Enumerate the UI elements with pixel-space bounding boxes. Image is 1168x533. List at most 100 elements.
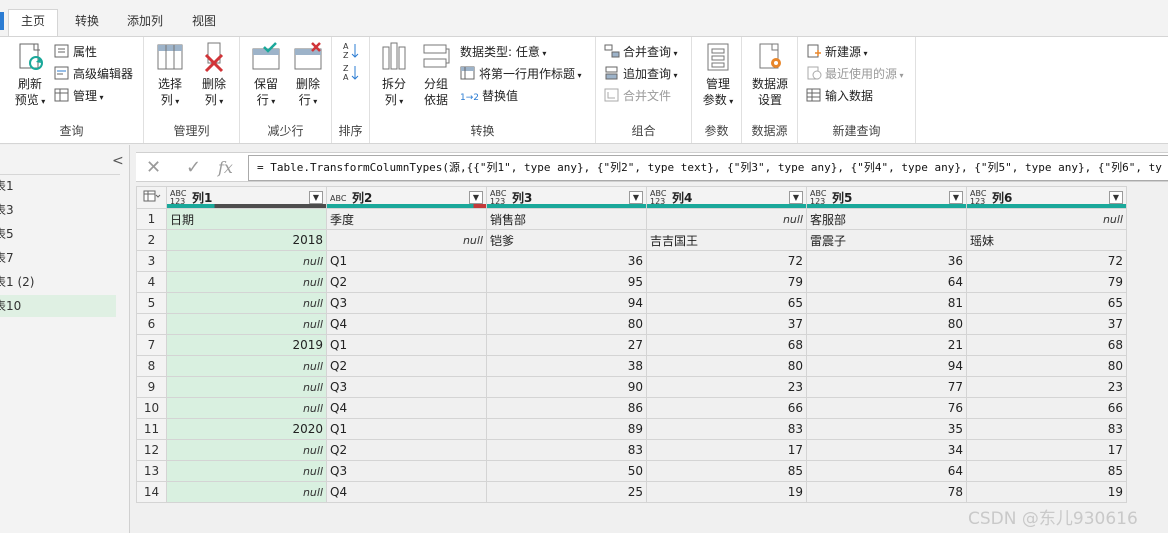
choose-columns-button[interactable]: 选择 列 ▾ <box>150 41 190 110</box>
table-cell[interactable]: Q4 <box>326 397 487 419</box>
filter-dropdown-icon[interactable]: ▼ <box>469 191 483 204</box>
table-cell[interactable]: 72 <box>646 250 807 272</box>
table-cell[interactable]: 80 <box>806 313 967 335</box>
tab-view[interactable]: 视图 <box>182 10 226 34</box>
split-column-button[interactable]: 拆分 列 ▾ <box>374 41 414 110</box>
table-cell[interactable]: 89 <box>486 418 647 440</box>
table-cell[interactable]: Q1 <box>326 250 487 272</box>
sort-descending-button[interactable]: ZA <box>342 63 360 83</box>
table-row[interactable]: 14 null Q4 25 19 78 19 <box>136 481 1127 503</box>
filter-dropdown-icon[interactable]: ▼ <box>949 191 963 204</box>
column-header-3[interactable]: ABC 123 列3 ▼ <box>486 186 647 209</box>
file-tab-edge[interactable] <box>0 12 4 30</box>
row-number[interactable]: 10 <box>136 397 167 419</box>
table-cell[interactable]: 94 <box>806 355 967 377</box>
table-cell[interactable]: 23 <box>646 376 807 398</box>
table-cell[interactable]: 64 <box>806 460 967 482</box>
column-type-icon[interactable]: ABC <box>330 194 348 203</box>
group-by-button[interactable]: 分组 依据 <box>416 41 456 108</box>
table-row[interactable]: 6 null Q4 80 37 80 37 <box>136 313 1127 335</box>
filter-dropdown-icon[interactable]: ▼ <box>309 191 323 204</box>
table-cell[interactable]: 雷震子 <box>806 229 967 251</box>
row-number[interactable]: 4 <box>136 271 167 293</box>
data-source-settings-button[interactable]: 数据源 设置 <box>748 41 792 108</box>
filter-dropdown-icon[interactable]: ▼ <box>1109 191 1123 204</box>
table-cell[interactable]: 76 <box>806 397 967 419</box>
row-number[interactable]: 11 <box>136 418 167 440</box>
query-item[interactable]: 表5 <box>0 223 116 245</box>
table-cell[interactable]: Q3 <box>326 460 487 482</box>
replace-values-button[interactable]: 1→2 替换值 <box>460 86 518 106</box>
table-cell[interactable]: Q4 <box>326 481 487 503</box>
filter-dropdown-icon[interactable]: ▼ <box>629 191 643 204</box>
table-cell[interactable]: 85 <box>966 460 1127 482</box>
combine-files-button[interactable]: 合并文件 <box>604 86 671 106</box>
row-number[interactable]: 8 <box>136 355 167 377</box>
table-cell[interactable]: 77 <box>806 376 967 398</box>
tab-home[interactable]: 主页 <box>8 9 58 37</box>
table-cell[interactable]: 66 <box>646 397 807 419</box>
table-cell[interactable]: 37 <box>966 313 1127 335</box>
table-row[interactable]: 13 null Q3 50 85 64 85 <box>136 460 1127 482</box>
table-cell[interactable]: 50 <box>486 460 647 482</box>
table-cell[interactable]: Q1 <box>326 418 487 440</box>
row-number[interactable]: 3 <box>136 250 167 272</box>
table-cell[interactable]: Q2 <box>326 355 487 377</box>
row-number[interactable]: 6 <box>136 313 167 335</box>
row-number[interactable]: 13 <box>136 460 167 482</box>
table-cell[interactable]: 94 <box>486 292 647 314</box>
confirm-icon[interactable]: ✓ <box>186 157 201 178</box>
manage-parameters-button[interactable]: 管理 参数 ▾ <box>696 41 740 110</box>
table-cell[interactable]: 72 <box>966 250 1127 272</box>
table-row[interactable]: 7 2019 Q1 27 68 21 68 <box>136 334 1127 356</box>
table-cell[interactable]: 17 <box>646 439 807 461</box>
table-cell[interactable]: 90 <box>486 376 647 398</box>
table-row[interactable]: 5 null Q3 94 65 81 65 <box>136 292 1127 314</box>
advanced-editor-button[interactable]: 高级编辑器 <box>54 64 133 84</box>
query-item[interactable]: 表1 <box>0 175 116 197</box>
table-cell[interactable]: Q4 <box>326 313 487 335</box>
table-cell[interactable]: null <box>166 439 327 461</box>
query-item[interactable]: 表7 <box>0 247 116 269</box>
remove-columns-button[interactable]: 删除 列 ▾ <box>194 41 234 110</box>
table-cell[interactable]: Q3 <box>326 376 487 398</box>
table-cell[interactable]: null <box>166 460 327 482</box>
table-cell[interactable]: 64 <box>806 271 967 293</box>
table-cell[interactable]: 日期 <box>166 208 327 230</box>
table-cell[interactable]: Q2 <box>326 271 487 293</box>
table-row[interactable]: 11 2020 Q1 89 83 35 83 <box>136 418 1127 440</box>
table-cell[interactable]: 83 <box>646 418 807 440</box>
query-item[interactable]: 表1 (2) <box>0 271 116 293</box>
query-item-selected[interactable]: 表10 <box>0 295 116 317</box>
table-cell[interactable]: 37 <box>646 313 807 335</box>
table-cell[interactable]: 吉吉国王 <box>646 229 807 251</box>
table-cell[interactable]: 36 <box>806 250 967 272</box>
table-cell[interactable]: null <box>166 376 327 398</box>
column-header-2[interactable]: ABC 列2 ▼ <box>326 186 487 209</box>
row-number[interactable]: 7 <box>136 334 167 356</box>
enter-data-button[interactable]: 输入数据 <box>806 86 873 106</box>
tab-add-column[interactable]: 添加列 <box>118 10 172 34</box>
table-row[interactable]: 10 null Q4 86 66 76 66 <box>136 397 1127 419</box>
table-cell[interactable]: 95 <box>486 271 647 293</box>
row-number[interactable]: 9 <box>136 376 167 398</box>
table-cell[interactable]: 79 <box>646 271 807 293</box>
table-cell[interactable]: 2018 <box>166 229 327 251</box>
cancel-icon[interactable]: ✕ <box>146 157 161 178</box>
append-queries-button[interactable]: 追加查询 ▾ <box>604 64 678 84</box>
table-cell[interactable]: 81 <box>806 292 967 314</box>
table-menu-icon[interactable] <box>136 186 167 209</box>
table-cell[interactable]: 68 <box>646 334 807 356</box>
row-number[interactable]: 5 <box>136 292 167 314</box>
table-row[interactable]: 4 null Q2 95 79 64 79 <box>136 271 1127 293</box>
table-cell[interactable]: 2020 <box>166 418 327 440</box>
table-row[interactable]: 9 null Q3 90 23 77 23 <box>136 376 1127 398</box>
table-cell[interactable]: 2019 <box>166 334 327 356</box>
table-cell[interactable]: null <box>326 229 487 251</box>
table-cell[interactable]: 21 <box>806 334 967 356</box>
properties-button[interactable]: 属性 <box>54 42 97 62</box>
table-cell[interactable]: 19 <box>646 481 807 503</box>
table-cell[interactable]: 23 <box>966 376 1127 398</box>
formula-input[interactable]: = Table.TransformColumnTypes(源,{{"列1", t… <box>248 155 1168 181</box>
row-number[interactable]: 1 <box>136 208 167 230</box>
